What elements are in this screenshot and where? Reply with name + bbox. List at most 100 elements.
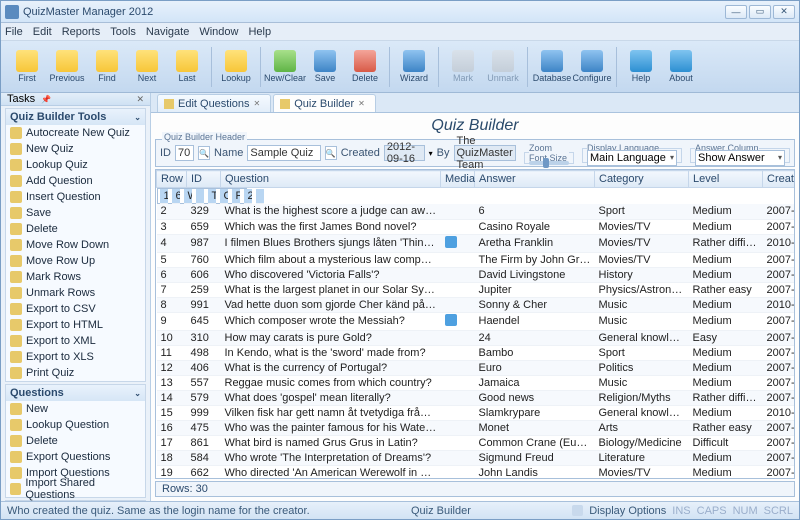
sidebar-item[interactable]: Export to CSV [6,301,145,317]
first-button[interactable]: First [7,44,47,90]
next-button[interactable]: Next [127,44,167,90]
pin-icon[interactable]: 📌 [41,95,51,104]
table-row[interactable]: 18584Who wrote 'The Interpretation of Dr… [157,450,796,465]
table-row[interactable]: 1625Which canal links the Atlantic and P… [157,188,247,204]
wizard-button[interactable]: Wizard [394,44,434,90]
lookup-button[interactable]: Lookup [216,44,256,90]
table-row[interactable]: 8991Vad hette duon som gjorde Cher känd … [157,297,796,312]
menu-edit[interactable]: Edit [33,26,52,38]
sidebar-item[interactable]: Move Row Up [6,253,145,269]
sidebar-item[interactable]: Export to XLS [6,349,145,365]
sidebar-item[interactable]: Move Row Down [6,237,145,253]
sidebar-item[interactable]: New Quiz [6,141,145,157]
column-header[interactable]: Question [221,171,441,188]
table-row[interactable]: 16475Who was the painter famous for his … [157,420,796,435]
answer-select[interactable]: Show Answer▾ [695,150,785,166]
column-header[interactable]: Category [595,171,689,188]
newclear-button[interactable]: New/Clear [265,44,305,90]
group-header[interactable]: Quiz Builder Tools⌄ [6,109,145,125]
sidebar-item[interactable]: Lookup Question [6,417,145,433]
previous-button[interactable]: Previous [47,44,87,90]
created-field[interactable]: 2012-09-16 [384,145,425,161]
table-row[interactable]: 9645Which composer wrote the Messiah?Hae… [157,312,796,330]
name-field[interactable]: Sample Quiz [247,145,320,161]
sidebar-item[interactable]: Add Question [6,173,145,189]
display-options-icon[interactable] [572,505,583,516]
table-row[interactable]: 7259What is the largest planet in our So… [157,282,796,297]
about-button[interactable]: About [661,44,701,90]
sidebar-item[interactable]: Delete [6,221,145,237]
item-icon [10,255,22,267]
sidebar-item[interactable]: Insert Question [6,189,145,205]
status-segment[interactable]: Display Options [589,505,666,517]
sidebar-item[interactable]: Autocreate New Quiz [6,125,145,141]
sidebar-close-icon[interactable]: ✕ [136,94,144,105]
cell [441,450,475,465]
find-button[interactable]: Find [87,44,127,90]
table-row[interactable]: 4987I filmen Blues Brothers sjungs låten… [157,234,796,252]
table-row[interactable]: 12406What is the currency of Portugal?Eu… [157,360,796,375]
sidebar-item[interactable]: Import Shared Questions [6,481,145,497]
maximize-button[interactable]: ▭ [749,5,771,19]
sidebar-item[interactable]: Delete [6,433,145,449]
table-row[interactable]: 5760Which film about a mysterious law co… [157,252,796,267]
menu-tools[interactable]: Tools [110,26,136,38]
configure-button[interactable]: Configure [572,44,612,90]
menu-window[interactable]: Window [199,26,238,38]
tab-close-icon[interactable]: ✕ [254,99,261,108]
tab-edit-questions[interactable]: Edit Questions✕ [157,94,271,112]
table-row[interactable]: 14579What does 'gospel' mean literally?G… [157,390,796,405]
tab-quiz-builder[interactable]: Quiz Builder✕ [273,94,376,112]
menu-navigate[interactable]: Navigate [146,26,189,38]
sidebar-item[interactable]: New [6,401,145,417]
column-header[interactable]: Row [157,171,187,188]
cell: Who was the painter famous for his Water… [221,420,441,435]
sidebar-item[interactable]: Lookup Quiz [6,157,145,173]
last-button[interactable]: Last [167,44,207,90]
table-row[interactable]: 17861What bird is named Grus Grus in Lat… [157,435,796,450]
menu-file[interactable]: File [5,26,23,38]
sidebar-item[interactable]: Save [6,205,145,221]
save-button[interactable]: Save [305,44,345,90]
id-field[interactable]: 70 [175,145,194,161]
sidebar-item[interactable]: Export to HTML [6,317,145,333]
sidebar-item[interactable]: Export to XML [6,333,145,349]
delete-button[interactable]: Delete [345,44,385,90]
group-header[interactable]: Questions⌄ [6,385,145,401]
sidebar-item[interactable]: Print Quiz [6,365,145,381]
table-row[interactable]: 15999Vilken fisk har gett namn åt tvetyd… [157,405,796,420]
table-row[interactable]: 10310How may carats is pure Gold?24Gener… [157,330,796,345]
language-select[interactable]: Main Language▾ [587,150,677,166]
table-row[interactable]: 19662Who directed 'An American Werewolf … [157,465,796,479]
table-row[interactable]: 2329What is the highest score a judge ca… [157,204,796,219]
item-label: Autocreate New Quiz [26,127,130,139]
column-header[interactable]: Media [441,171,475,188]
column-header[interactable]: Created [763,171,796,188]
table-row[interactable]: 13557Reggae music comes from which count… [157,375,796,390]
column-header[interactable]: ID [187,171,221,188]
table-row[interactable]: 3659Which was the first James Bond novel… [157,219,796,234]
data-grid[interactable]: RowIDQuestionMediaAnswerCategoryLevelCre… [155,169,795,479]
sidebar-item[interactable]: Export Questions [6,449,145,465]
table-row[interactable]: 11498In Kendo, what is the 'sword' made … [157,345,796,360]
id-lookup-icon[interactable]: 🔍 [198,146,210,160]
mark-icon [452,50,474,72]
sidebar-item[interactable]: Unmark Rows [6,285,145,301]
zoom-slider[interactable] [529,161,569,165]
help-button[interactable]: Help [621,44,661,90]
cell [441,330,475,345]
minimize-button[interactable]: — [725,5,747,19]
column-header[interactable]: Answer [475,171,595,188]
date-picker-icon[interactable]: ▾ [429,149,433,158]
menu-help[interactable]: Help [248,26,271,38]
database-button[interactable]: Database [532,44,572,90]
menu-reports[interactable]: Reports [62,26,101,38]
cell: Aretha Franklin [475,234,595,252]
tab-close-icon[interactable]: ✕ [358,99,365,108]
name-lookup-icon[interactable]: 🔍 [325,146,337,160]
item-label: Move Row Up [26,255,95,267]
close-button[interactable]: ✕ [773,5,795,19]
column-header[interactable]: Level [689,171,763,188]
table-row[interactable]: 6606Who discovered 'Victoria Falls'?Davi… [157,267,796,282]
sidebar-item[interactable]: Mark Rows [6,269,145,285]
